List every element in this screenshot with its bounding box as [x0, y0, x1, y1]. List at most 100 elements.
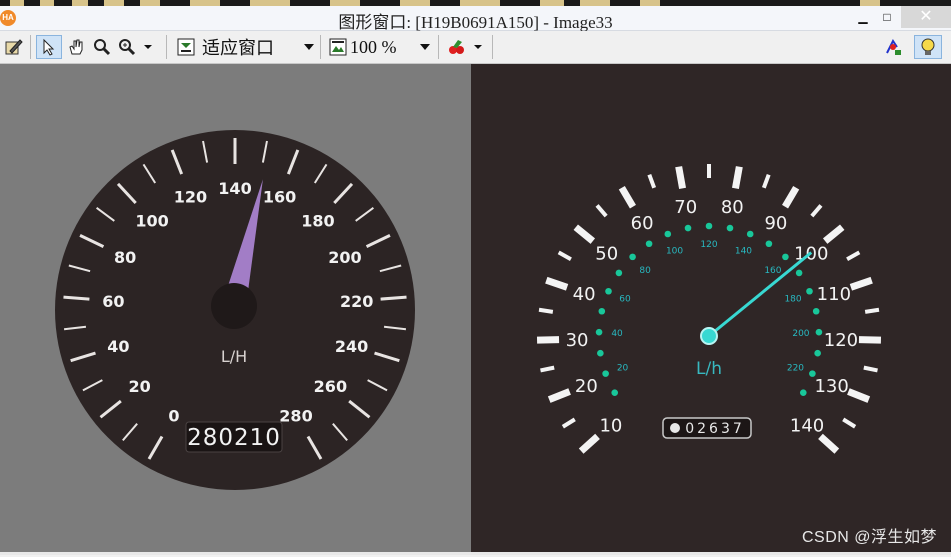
gauge-right-tick [573, 224, 596, 244]
gauge-left-scale-label: 140 [218, 179, 251, 198]
gauge-left-scale-label: 60 [102, 292, 124, 311]
maximize-button[interactable]: □ [876, 6, 898, 28]
gauge-right-inner-dot [598, 307, 606, 315]
magnifier-icon[interactable] [90, 35, 114, 59]
gauge-right-inner-dot [645, 240, 653, 248]
gauge-right-tick [731, 166, 743, 189]
gauge-left-tick [63, 295, 90, 301]
gauge-right-tick [810, 204, 823, 218]
fit-window-button[interactable]: 适应窗口 [202, 35, 292, 59]
gauge-right-odometer-icon [670, 423, 680, 433]
gauge-left-scale-label: 160 [263, 187, 296, 206]
gauge-right-hub [700, 327, 718, 345]
gauge-right-inner-dot [605, 287, 612, 295]
gauge-left-scale-label: 280 [279, 407, 312, 426]
gauge-right-tick [647, 173, 657, 189]
zoom-icon[interactable] [116, 35, 156, 59]
region-icon[interactable] [880, 35, 906, 59]
gauge-right-tick [557, 250, 572, 261]
gauge-right-scale-label: 70 [674, 197, 697, 218]
gauge-right-inner-dot [602, 370, 609, 377]
gauge-left-scale-label: 120 [174, 187, 207, 206]
gauge-right-inner-dot [765, 240, 773, 248]
zoom-picture-icon[interactable] [326, 35, 350, 59]
image-canvas-right[interactable]: 10 20 30 40 50 60 70 80 90 100 110 120 130 140 20 40 60… [471, 64, 951, 552]
gauge-right-scale-label: 120 [824, 330, 858, 351]
gauge-right-inner-dot [799, 389, 807, 396]
gauge-right-inner-label: 80 [639, 266, 651, 276]
gauge-right-inner-dot [597, 349, 604, 357]
gauge-right-tick [864, 307, 880, 314]
color-picker-icon[interactable] [444, 35, 488, 59]
gauge-right-tick [782, 185, 800, 209]
gauge-left-scale-label: 40 [107, 337, 129, 356]
hand-icon[interactable] [64, 35, 88, 59]
gauge-right-inner-dot [809, 370, 816, 377]
gauge-right-inner-dot [664, 230, 672, 238]
speedometer-left: 020406080100120 140 160180200220240260280 … [55, 130, 415, 490]
gauge-right-inner-dot [705, 222, 713, 230]
gauge-left-hub [211, 283, 257, 329]
zoom-level-label: 100 % [350, 36, 397, 57]
gauge-right-tick [842, 417, 857, 429]
gauge-right-inner-dot [611, 389, 619, 396]
edit-icon[interactable] [2, 35, 26, 59]
gauge-right-inner-label: 180 [784, 295, 801, 305]
speedometer-right: 10203040506070 8090100110120130140 204060… [536, 164, 882, 454]
gauge-right-inner-dot [812, 307, 820, 315]
gauge-right-tick [538, 307, 554, 314]
zoom-level[interactable]: 100 % [350, 35, 410, 59]
gauge-right-tick [540, 365, 555, 373]
image-canvas-left[interactable]: 0 20 40 60 80 100 120 140 160 180 200 220 240 260 280 … [0, 64, 471, 552]
zoom-dropdown-chevron-icon[interactable] [416, 35, 434, 59]
gauge-right-tick [547, 388, 571, 403]
gauge-right-scale-label: 140 [790, 415, 824, 436]
pointer-icon[interactable] [36, 35, 62, 59]
fit-window-icon[interactable] [174, 35, 198, 59]
gauge-right-tick [846, 250, 861, 261]
gauge-right-inner-labels: 20 40 60 80 100 120 140 160 180 200 220 [611, 240, 809, 373]
toolbar: 适应窗口 100 % [0, 31, 951, 64]
gauge-right-scale-label: 130 [814, 376, 848, 397]
gauge-right-inner-dot [815, 328, 823, 336]
window-title: 图形窗口: [H19B0691A150] - Image33 [338, 13, 613, 32]
title-bar: HA 图形窗口: [H19B0691A150] - Image33 ▁ □ ✕ [0, 6, 951, 32]
gauge-right-inner-label: 120 [700, 240, 717, 250]
gauge-right-inner-label: 60 [619, 295, 631, 305]
minimize-button[interactable]: ▁ [852, 6, 874, 28]
fit-dropdown-chevron-icon[interactable] [300, 35, 318, 59]
gauge-left-scale-label: 20 [128, 377, 150, 396]
gauge-right-tick [847, 388, 871, 403]
bulb-icon[interactable] [914, 35, 942, 59]
gauge-right-tick [595, 204, 608, 218]
gauge-right-scale-label: 60 [631, 213, 654, 234]
gauge-right-scale-label: 50 [595, 244, 618, 265]
gauge-right-inner-dot [814, 349, 821, 357]
watermark: CSDN @浮生如梦 [801, 529, 937, 546]
gauge-left-tick [380, 295, 407, 301]
fit-window-label: 适应窗口 [202, 38, 274, 58]
gauge-right-tick [818, 433, 840, 454]
gauge-right-scale-label: 90 [764, 213, 787, 234]
gauge-right-inner-dot [746, 230, 754, 238]
gauge-right-tick [578, 433, 600, 454]
gauge-left-odometer: 280210 [187, 425, 281, 451]
gauge-left-scale-label: 220 [340, 292, 373, 311]
gauge-right-inner-dot [615, 269, 623, 277]
gauge-right-tick [545, 276, 569, 291]
gauge-right-tick [675, 166, 687, 189]
gauge-right-tick [858, 336, 882, 344]
gauge-right-tick [761, 173, 771, 189]
gauge-right-odometer: 02637 [685, 421, 745, 437]
gauge-right-inner-label: 40 [611, 329, 623, 339]
gauge-right-inner-label: 200 [792, 329, 809, 339]
gauge-left-scale-label: 200 [328, 248, 361, 267]
gauge-right-inner-dot [629, 253, 636, 261]
gauge-left-scale-label: 100 [135, 212, 168, 231]
gauge-left-unit: L/H [221, 347, 247, 366]
gauge-right-tick [822, 224, 845, 244]
gauge-right-unit: L/h [696, 359, 722, 379]
close-button[interactable]: ✕ [901, 6, 951, 28]
gauge-right-inner-dot [595, 328, 603, 336]
gauge-right-tick [536, 336, 560, 344]
